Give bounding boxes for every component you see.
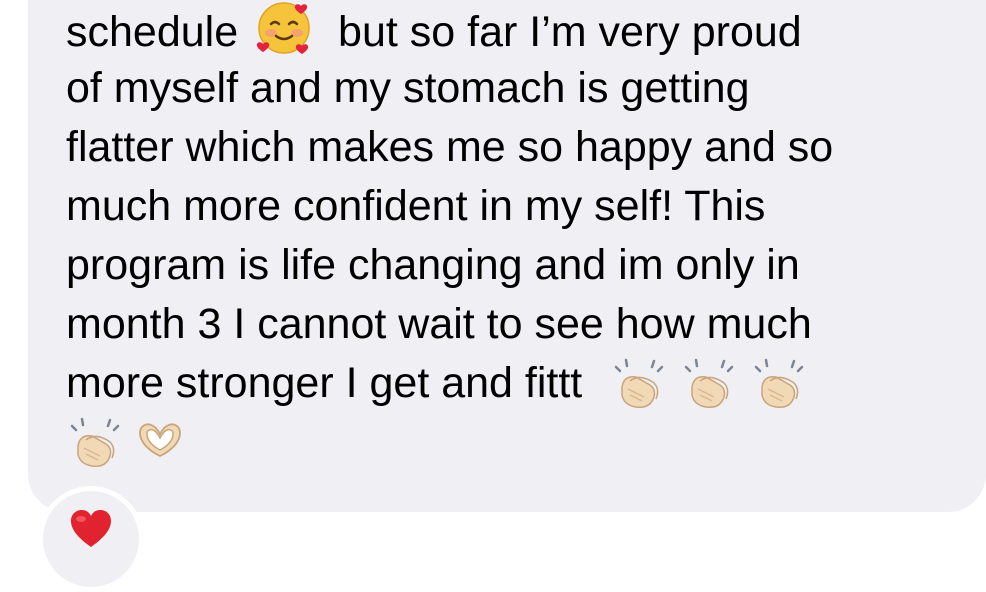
message-line-8 [66, 413, 966, 472]
message-line-4: much more confident in my self! This [66, 182, 766, 230]
message-line-1: schedule but so far I’m very proud [66, 0, 966, 59]
message-line-7: more stronger I get and fittt [66, 354, 966, 413]
message-line-2: of myself and my stomach is getting [66, 64, 750, 112]
clapping-hands-icon [754, 358, 804, 409]
message-text-segment: more stronger I get and fittt [66, 359, 583, 407]
clapping-hands-icon [614, 358, 664, 409]
reaction-badge[interactable] [38, 486, 144, 592]
message-line-6: month 3 I cannot wait to see how much [66, 300, 812, 348]
message-text-segment: schedule [66, 8, 239, 56]
red-heart-icon [71, 510, 111, 547]
clapping-hands-icon [70, 417, 120, 468]
message-text-segment: but so far I’m very proud [338, 8, 802, 56]
clapping-hands-icon [684, 358, 734, 409]
smiling-face-with-hearts-icon [256, 2, 310, 54]
message-line-5: program is life changing and im only in [66, 241, 800, 289]
message-text: schedule but so far I’m very proud of my… [66, 0, 966, 472]
message-line-3: flatter which makes me so happy and so [66, 123, 834, 171]
heart-hands-icon [139, 423, 181, 458]
